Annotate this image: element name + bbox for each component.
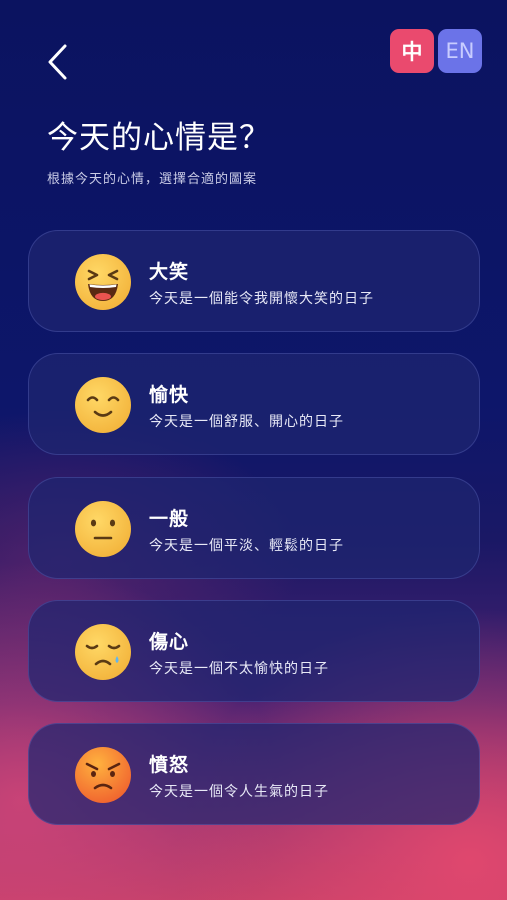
mood-card-happy[interactable]: 愉快 今天是一個舒服、開心的日子: [28, 353, 480, 455]
mood-name: 愉快: [149, 384, 190, 406]
mood-name: 傷心: [149, 631, 190, 653]
mood-description: 今天是一個令人生氣的日子: [149, 784, 329, 800]
page-subtitle: 根據今天的心情，選擇合適的圖案: [47, 172, 258, 187]
smiling-face-icon: [75, 377, 131, 433]
mood-card-sad[interactable]: 傷心 今天是一個不太愉快的日子: [28, 600, 480, 702]
laughing-face-icon: [75, 254, 131, 310]
mood-description: 今天是一個能令我開懷大笑的日子: [149, 291, 374, 307]
chevron-left-icon: [48, 44, 67, 80]
mood-description: 今天是一個舒服、開心的日子: [149, 414, 344, 430]
mood-card-neutral[interactable]: 一般 今天是一個平淡、輕鬆的日子: [28, 477, 480, 579]
mood-name: 憤怒: [149, 754, 190, 776]
back-button[interactable]: [40, 40, 74, 84]
mood-card-angry[interactable]: 憤怒 今天是一個令人生氣的日子: [28, 723, 480, 825]
mood-name: 一般: [149, 508, 190, 530]
mood-name: 大笑: [149, 261, 190, 283]
mood-card-laugh[interactable]: 大笑 今天是一個能令我開懷大笑的日子: [28, 230, 480, 332]
mood-description: 今天是一個平淡、輕鬆的日子: [149, 538, 344, 554]
angry-face-icon: [75, 747, 131, 803]
neutral-face-icon: [75, 501, 131, 557]
page-title: 今天的心情是？: [47, 120, 271, 156]
language-chinese-button[interactable]: 中: [390, 29, 434, 73]
sad-face-icon: [75, 624, 131, 680]
language-english-button[interactable]: EN: [438, 29, 482, 73]
mood-description: 今天是一個不太愉快的日子: [149, 661, 329, 677]
